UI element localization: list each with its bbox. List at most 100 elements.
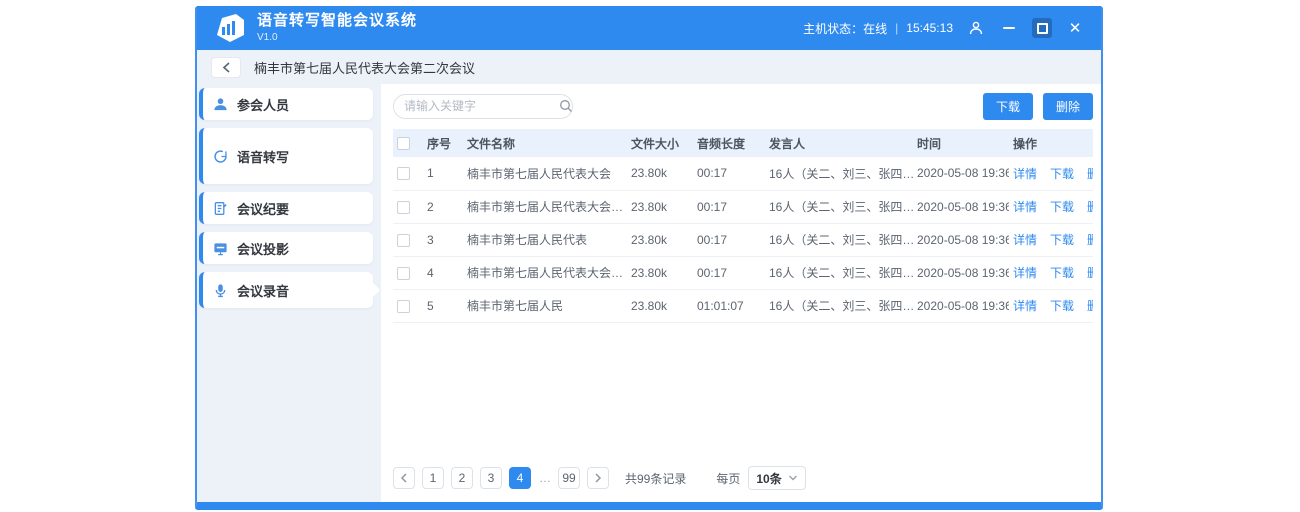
search-input[interactable]: [404, 99, 559, 113]
breadcrumb: 楠丰市第七届人民代表大会第二次会议: [197, 50, 1101, 84]
recording-icon: [213, 283, 228, 298]
download-link[interactable]: 下载: [1050, 299, 1074, 313]
per-page-select[interactable]: 10条: [748, 466, 806, 490]
cell-filesize: 23.80k: [627, 289, 693, 322]
table-header-row: 序号 文件名称 文件大小 音频长度 发言人 时间 操作: [393, 129, 1093, 157]
detail-link[interactable]: 详情: [1013, 233, 1037, 247]
col-header-actions: 操作: [1009, 129, 1093, 157]
cell-filesize: 23.80k: [627, 190, 693, 223]
row-checkbox[interactable]: [397, 167, 410, 180]
app-version: V1.0: [257, 32, 417, 43]
sidebar-item-label: 会议投影: [237, 239, 289, 258]
row-checkbox[interactable]: [397, 267, 410, 280]
chevron-left-icon: [222, 62, 231, 73]
detail-link[interactable]: 详情: [1013, 200, 1037, 214]
sidebar: 参会人员 语音转写 会议纪要: [197, 84, 381, 502]
cell-duration: 00:17: [693, 256, 765, 289]
delete-button[interactable]: 删除: [1043, 93, 1093, 120]
delete-link[interactable]: 删除: [1087, 266, 1093, 280]
row-checkbox[interactable]: [397, 300, 410, 313]
sidebar-item-label: 会议录音: [237, 281, 289, 300]
cell-duration: 00:17: [693, 157, 765, 190]
row-checkbox[interactable]: [397, 234, 410, 247]
app-logo-icon: [211, 12, 247, 44]
cell-speakers: 16人（关二、刘三、张四…）: [765, 223, 913, 256]
minutes-icon: [213, 201, 228, 216]
download-link[interactable]: 下载: [1050, 233, 1074, 247]
prev-page-button[interactable]: [393, 467, 415, 489]
bulk-actions: 下载 删除: [983, 93, 1093, 120]
cell-duration: 00:17: [693, 223, 765, 256]
table-row: 4 楠丰市第七届人民代表大会… 23.80k 00:17 16人（关二、刘三、张…: [393, 256, 1093, 289]
row-checkbox[interactable]: [397, 201, 410, 214]
detail-link[interactable]: 详情: [1013, 167, 1037, 181]
app-window: 语音转写智能会议系统 V1.0 主机状态：在线 | 15:45:13 ✕: [195, 6, 1103, 510]
sidebar-item-label: 参会人员: [237, 95, 289, 114]
next-page-button[interactable]: [587, 467, 609, 489]
page-button-1[interactable]: 1: [422, 467, 444, 489]
delete-link[interactable]: 删除: [1087, 299, 1093, 313]
cell-filename: 楠丰市第七届人民代表大会…: [463, 190, 627, 223]
search-icon[interactable]: [559, 99, 573, 113]
cell-filename: 楠丰市第七届人民代表: [463, 223, 627, 256]
download-link[interactable]: 下载: [1050, 167, 1074, 181]
cell-time: 2020-05-08 19:36: [913, 190, 1009, 223]
download-button[interactable]: 下载: [983, 93, 1033, 120]
host-status-label: 主机状态：在线: [803, 20, 887, 37]
delete-link[interactable]: 删除: [1087, 233, 1093, 247]
host-status: 主机状态：在线 | 15:45:13: [803, 20, 953, 37]
maximize-icon[interactable]: [1032, 18, 1052, 38]
detail-link[interactable]: 详情: [1013, 266, 1037, 280]
sidebar-item-recording[interactable]: 会议录音: [199, 272, 373, 308]
sidebar-item-participants[interactable]: 参会人员: [199, 88, 373, 120]
page-button-active[interactable]: 4: [509, 467, 531, 489]
title-bar: 语音转写智能会议系统 V1.0 主机状态：在线 | 15:45:13 ✕: [197, 6, 1101, 50]
delete-link[interactable]: 删除: [1087, 200, 1093, 214]
app-title: 语音转写智能会议系统: [257, 13, 417, 30]
cell-duration: 01:01:07: [693, 289, 765, 322]
page-button-3[interactable]: 3: [480, 467, 502, 489]
select-all-checkbox[interactable]: [397, 137, 410, 150]
minimize-icon[interactable]: [999, 18, 1019, 38]
total-records-label: 共99条记录: [625, 470, 686, 487]
cell-no: 3: [423, 223, 463, 256]
download-link[interactable]: 下载: [1050, 200, 1074, 214]
page-button-2[interactable]: 2: [451, 467, 473, 489]
main-content: 下载 删除 序号 文件名称 文件大小: [381, 84, 1101, 502]
col-header-filename: 文件名称: [463, 129, 627, 157]
page-button-last[interactable]: 99: [558, 467, 580, 489]
clock: 15:45:13: [906, 21, 953, 35]
delete-link[interactable]: 删除: [1087, 167, 1093, 181]
cell-duration: 00:17: [693, 190, 765, 223]
detail-link[interactable]: 详情: [1013, 299, 1037, 313]
sidebar-item-transcription[interactable]: 语音转写: [199, 128, 373, 184]
col-header-time: 时间: [913, 129, 1009, 157]
search-box: [393, 94, 573, 119]
cell-speakers: 16人（关二、刘三、张四…）: [765, 157, 913, 190]
participants-icon: [213, 97, 228, 112]
back-button[interactable]: [211, 57, 241, 78]
desktop: 语音转写智能会议系统 V1.0 主机状态：在线 | 15:45:13 ✕: [0, 0, 1300, 512]
close-icon[interactable]: ✕: [1065, 18, 1085, 38]
toolbar: 下载 删除: [393, 92, 1093, 120]
col-header-no: 序号: [423, 129, 463, 157]
cell-filesize: 23.80k: [627, 256, 693, 289]
page-title: 楠丰市第七届人民代表大会第二次会议: [254, 58, 475, 77]
col-header-duration: 音频长度: [693, 129, 765, 157]
col-header-filesize: 文件大小: [627, 129, 693, 157]
cell-speakers: 16人（关二、刘三、张四…）: [765, 256, 913, 289]
sidebar-item-projection[interactable]: 会议投影: [199, 232, 373, 264]
table-row: 3 楠丰市第七届人民代表 23.80k 00:17 16人（关二、刘三、张四…）…: [393, 223, 1093, 256]
chevron-down-icon: [788, 473, 798, 483]
account-icon[interactable]: [966, 18, 986, 38]
table-row: 2 楠丰市第七届人民代表大会… 23.80k 00:17 16人（关二、刘三、张…: [393, 190, 1093, 223]
chevron-left-icon: [400, 473, 408, 483]
titlebar-right: 主机状态：在线 | 15:45:13 ✕: [803, 18, 1085, 38]
sidebar-item-label: 会议纪要: [237, 199, 289, 218]
download-link[interactable]: 下载: [1050, 266, 1074, 280]
status-separator: |: [895, 21, 898, 35]
pagination-ellipsis: …: [539, 471, 551, 485]
cell-time: 2020-05-08 19:36: [913, 223, 1009, 256]
cell-no: 4: [423, 256, 463, 289]
sidebar-item-minutes[interactable]: 会议纪要: [199, 192, 373, 224]
